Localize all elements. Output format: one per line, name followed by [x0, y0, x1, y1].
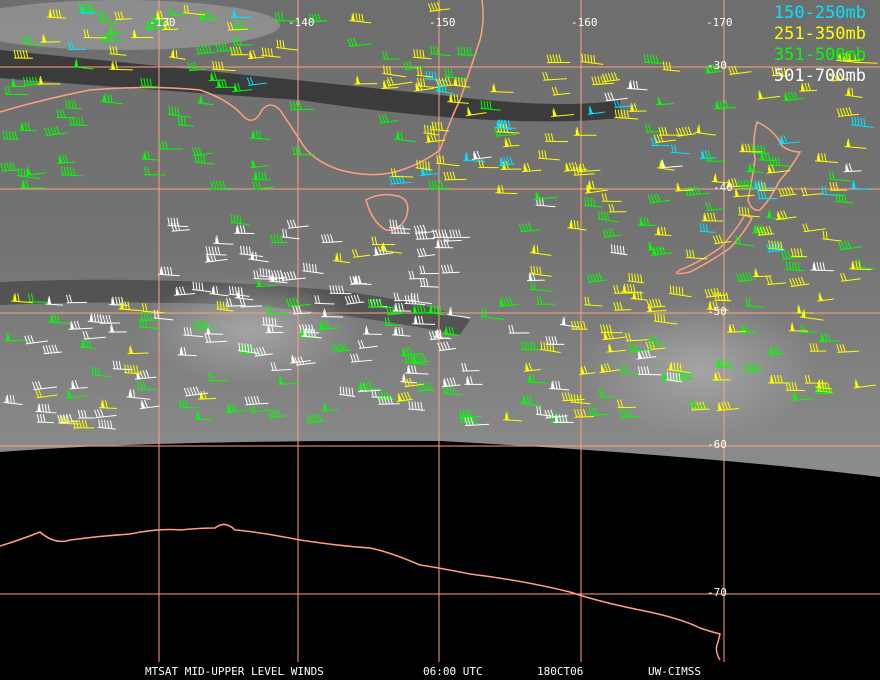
caption-bar: MTSAT MID-UPPER LEVEL WINDS 06:00 UTC 18…	[0, 600, 880, 678]
source-credit: UW-CIMSS	[648, 665, 701, 678]
satellite-map: -130 -140 -150 -160 -170 -30 -40 -50 -60…	[0, 0, 880, 680]
pressure-legend: 150-250mb 251-350mb 351-500mb 501-700mb	[774, 3, 866, 87]
legend-item-351-500: 351-500mb	[773, 45, 866, 65]
longitude-label: -130	[149, 16, 176, 29]
longitude-label: -140	[288, 16, 315, 29]
longitude-label: -150	[429, 16, 456, 29]
valid-date: 180CT06	[537, 665, 584, 678]
legend-item-251-350: 251-350mb	[773, 24, 866, 44]
valid-time: 06:00 UTC	[423, 665, 483, 678]
longitude-label: -170	[706, 16, 733, 29]
cloud-swirl	[140, 275, 360, 385]
latitude-label: -60	[707, 438, 727, 451]
product-title: MTSAT MID-UPPER LEVEL WINDS	[145, 665, 324, 678]
latitude-label: -30	[707, 59, 727, 72]
legend-item-501-700: 501-700mb	[773, 66, 866, 86]
latitude-label: -40	[713, 181, 733, 194]
map-canvas	[0, 0, 880, 662]
latitude-label: -50	[707, 305, 727, 318]
longitude-label: -160	[571, 16, 598, 29]
latitude-label: -70	[707, 586, 727, 599]
legend-item-150-250: 150-250mb	[773, 3, 866, 23]
